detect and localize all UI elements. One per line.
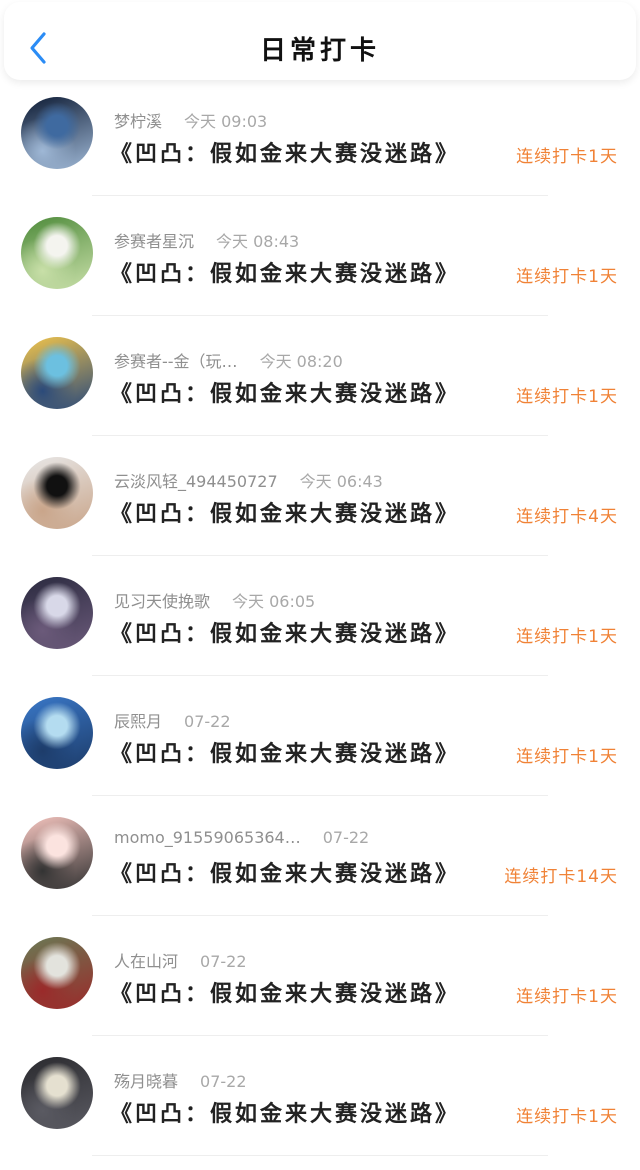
streak-badge: 连续打卡1天	[516, 387, 618, 407]
user-avatar[interactable]	[21, 457, 93, 529]
streak-badge: 连续打卡14天	[504, 867, 618, 887]
checkin-time: 今天 08:20	[259, 352, 343, 371]
row-divider	[92, 195, 548, 196]
checkin-title[interactable]: 《凹凸：假如金来大赛没迷路》	[110, 976, 460, 1008]
checkin-meta: 参赛者星沉 今天 08:43	[114, 228, 299, 252]
username[interactable]: 殇月晓暮	[114, 1072, 178, 1091]
user-avatar[interactable]	[21, 817, 93, 889]
checkin-meta: 云淡风轻_494450727 今天 06:43	[114, 468, 383, 492]
checkin-title[interactable]: 《凹凸：假如金来大赛没迷路》	[110, 616, 460, 648]
page-title: 日常打卡	[259, 36, 380, 66]
streak-badge: 连续打卡4天	[516, 507, 618, 527]
user-avatar[interactable]	[21, 97, 93, 169]
checkin-meta: 梦柠溪 今天 09:03	[114, 108, 267, 132]
username[interactable]: 见习天使挽歌	[114, 592, 210, 611]
row-divider	[92, 555, 548, 556]
checkin-title[interactable]: 《凹凸：假如金来大赛没迷路》	[110, 496, 460, 528]
checkin-row[interactable]: momo_91559065364… 07-22 《凹凸：假如金来大赛没迷路》 连续打卡…	[0, 810, 640, 930]
checkin-row[interactable]: 辰熙月 07-22 《凹凸：假如金来大赛没迷路》 连续打卡1天	[0, 690, 640, 810]
checkin-time: 07-22	[200, 952, 247, 971]
user-avatar[interactable]	[21, 217, 93, 289]
checkin-time: 今天 08:43	[216, 232, 300, 251]
checkin-row[interactable]: 见习天使挽歌 今天 06:05 《凹凸：假如金来大赛没迷路》 连续打卡1天	[0, 570, 640, 690]
row-divider	[92, 1035, 548, 1036]
checkin-list: 梦柠溪 今天 09:03 《凹凸：假如金来大赛没迷路》 连续打卡1天 参赛者星沉 今天 0…	[0, 90, 640, 1170]
checkin-row[interactable]: 人在山河 07-22 《凹凸：假如金来大赛没迷路》 连续打卡1天	[0, 930, 640, 1050]
streak-badge: 连续打卡1天	[516, 1107, 618, 1127]
checkin-title[interactable]: 《凹凸：假如金来大赛没迷路》	[110, 376, 460, 408]
row-divider	[92, 915, 548, 916]
checkin-row[interactable]: 殇月晓暮 07-22 《凹凸：假如金来大赛没迷路》 连续打卡1天	[0, 1050, 640, 1170]
checkin-time: 今天 06:43	[299, 472, 383, 491]
checkin-title[interactable]: 《凹凸：假如金来大赛没迷路》	[110, 736, 460, 768]
checkin-meta: momo_91559065364… 07-22	[114, 828, 369, 847]
checkin-meta: 人在山河 07-22	[114, 948, 247, 972]
checkin-title[interactable]: 《凹凸：假如金来大赛没迷路》	[110, 1096, 460, 1128]
username[interactable]: 人在山河	[114, 952, 178, 971]
checkin-title[interactable]: 《凹凸：假如金来大赛没迷路》	[110, 856, 460, 888]
checkin-row[interactable]: 参赛者星沉 今天 08:43 《凹凸：假如金来大赛没迷路》 连续打卡1天	[0, 210, 640, 330]
checkin-time: 今天 09:03	[184, 112, 268, 131]
streak-badge: 连续打卡1天	[516, 747, 618, 767]
checkin-title[interactable]: 《凹凸：假如金来大赛没迷路》	[110, 136, 460, 168]
checkin-row[interactable]: 梦柠溪 今天 09:03 《凹凸：假如金来大赛没迷路》 连续打卡1天	[0, 90, 640, 210]
row-divider	[92, 675, 548, 676]
row-divider	[92, 795, 548, 796]
top-nav-bar: 日常打卡	[4, 2, 636, 80]
streak-badge: 连续打卡1天	[516, 627, 618, 647]
checkin-row[interactable]: 云淡风轻_494450727 今天 06:43 《凹凸：假如金来大赛没迷路》 连续打卡…	[0, 450, 640, 570]
checkin-meta: 参赛者--金（玩… 今天 08:20	[114, 348, 343, 372]
checkin-time: 07-22	[322, 828, 370, 847]
user-avatar[interactable]	[21, 697, 93, 769]
checkin-title[interactable]: 《凹凸：假如金来大赛没迷路》	[110, 256, 460, 288]
username[interactable]: 梦柠溪	[114, 112, 162, 131]
checkin-meta: 见习天使挽歌 今天 06:05	[114, 588, 315, 612]
username[interactable]: momo_91559065364…	[114, 828, 301, 847]
user-avatar[interactable]	[21, 337, 93, 409]
checkin-row[interactable]: 参赛者--金（玩… 今天 08:20 《凹凸：假如金来大赛没迷路》 连续打卡1天	[0, 330, 640, 450]
row-divider	[92, 435, 548, 436]
streak-badge: 连续打卡1天	[516, 147, 618, 167]
checkin-time: 07-22	[184, 712, 231, 731]
username[interactable]: 辰熙月	[114, 712, 162, 731]
streak-badge: 连续打卡1天	[516, 267, 618, 287]
row-divider	[92, 315, 548, 316]
checkin-time: 今天 06:05	[232, 592, 316, 611]
user-avatar[interactable]	[21, 937, 93, 1009]
checkin-time: 07-22	[200, 1072, 247, 1091]
checkin-meta: 殇月晓暮 07-22	[114, 1068, 247, 1092]
username[interactable]: 云淡风轻_494450727	[114, 472, 278, 491]
username[interactable]: 参赛者星沉	[114, 232, 194, 251]
user-avatar[interactable]	[21, 577, 93, 649]
username[interactable]: 参赛者--金（玩…	[114, 352, 238, 371]
checkin-meta: 辰熙月 07-22	[114, 708, 231, 732]
user-avatar[interactable]	[21, 1057, 93, 1129]
streak-badge: 连续打卡1天	[516, 987, 618, 1007]
